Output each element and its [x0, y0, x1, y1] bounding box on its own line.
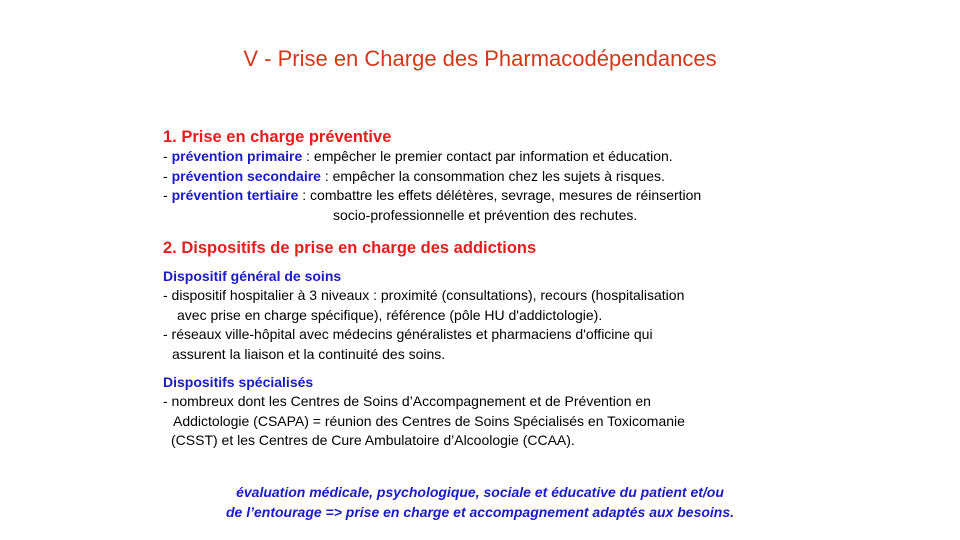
prevention-item-secondary: - prévention secondaire : empêcher la co… — [163, 167, 923, 187]
conclusion-line: de l’entourage => prise en charge et acc… — [225, 504, 735, 520]
prevention-keyword: prévention secondaire — [171, 167, 321, 184]
slide: V - Prise en Charge des Pharmacodépendan… — [0, 0, 960, 540]
subheading-specialized: Dispositifs spécialisés — [163, 374, 314, 390]
prevention-text: : combattre les effets délétères, sevrag… — [298, 187, 702, 203]
item-prefix: - — [163, 187, 172, 203]
prevention-text: : empêcher la consommation chez les suje… — [320, 167, 665, 184]
prevention-item-tertiary: - prévention tertiaire : combattre les e… — [163, 186, 923, 206]
prevention-item-primary: - prévention primaire : empêcher le prem… — [163, 147, 923, 167]
slide-content: 1. Prise en charge préventive - préventi… — [163, 127, 923, 451]
conclusion-line: évaluation médicale, psychologique, soci… — [236, 484, 724, 500]
prevention-item-tertiary-continuation: socio-professionnelle et prévention des … — [333, 206, 638, 223]
section-heading-prevention: 1. Prise en charge préventive — [163, 128, 392, 146]
item-prefix: - — [163, 148, 172, 164]
general-care-line: avec prise en charge spécifique), référe… — [177, 306, 603, 323]
general-care-line: - réseaux ville-hôpital avec médecins gé… — [163, 326, 653, 342]
section-heading-dispositifs: 2. Dispositifs de prise en charge des ad… — [163, 239, 537, 257]
slide-title: V - Prise en Charge des Pharmacodépendan… — [243, 46, 717, 71]
specialized-line: - nombreux dont les Centres de Soins d’A… — [163, 393, 651, 409]
specialized-line: Addictologie (CSAPA) = réunion des Centr… — [173, 412, 685, 429]
general-care-line: assurent la liaison et la continuité des… — [172, 345, 446, 362]
general-care-line: - dispositif hospitalier à 3 niveaux : p… — [163, 287, 685, 303]
subheading-general-care: Dispositif général de soins — [163, 268, 342, 284]
prevention-keyword: prévention tertiaire — [171, 187, 299, 203]
specialized-line: (CSST) et les Centres de Cure Ambulatoir… — [171, 432, 575, 448]
prevention-text: : empêcher le premier contact par inform… — [302, 148, 673, 164]
item-prefix: - — [163, 167, 172, 184]
prevention-keyword: prévention primaire — [171, 148, 303, 164]
conclusion-note: évaluation médicale, psychologique, soci… — [0, 482, 960, 522]
